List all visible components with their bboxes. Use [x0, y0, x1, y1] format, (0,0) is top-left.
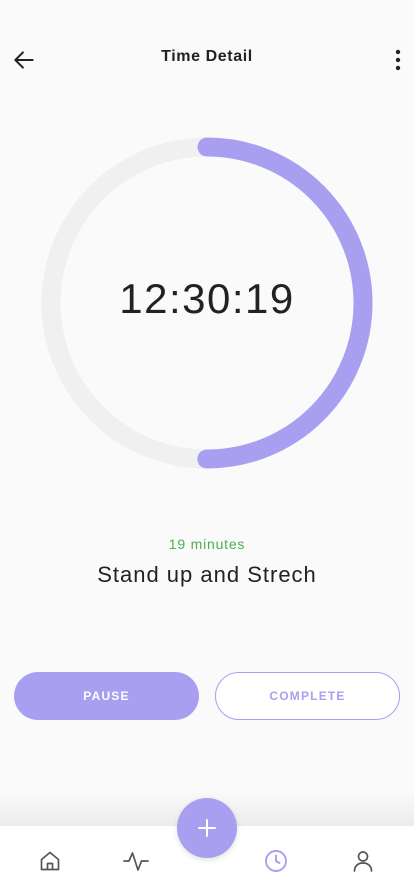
pause-button[interactable]: PAUSE: [14, 672, 199, 720]
add-button[interactable]: [177, 798, 237, 858]
nav-profile[interactable]: [346, 844, 380, 878]
page-title: Time Detail: [161, 48, 253, 65]
nav-activity[interactable]: [119, 844, 153, 878]
task-duration: 19 minutes: [168, 536, 246, 552]
complete-button[interactable]: COMPLETE: [215, 672, 400, 720]
profile-icon: [353, 851, 373, 872]
timer-display: 12:30:19: [119, 275, 295, 322]
activity-icon: [123, 852, 149, 871]
nav-home[interactable]: [33, 844, 67, 878]
clock-icon: [265, 850, 287, 872]
header: Time Detail: [0, 0, 414, 120]
task-name: Stand up and Strech: [97, 562, 317, 587]
timer-ring: 12:30:19: [41, 137, 373, 469]
more-options-button[interactable]: [386, 44, 410, 76]
nav-timer[interactable]: [259, 844, 293, 878]
more-vertical-icon: [395, 49, 401, 71]
add-icon: [198, 819, 216, 837]
home-icon: [40, 851, 60, 871]
